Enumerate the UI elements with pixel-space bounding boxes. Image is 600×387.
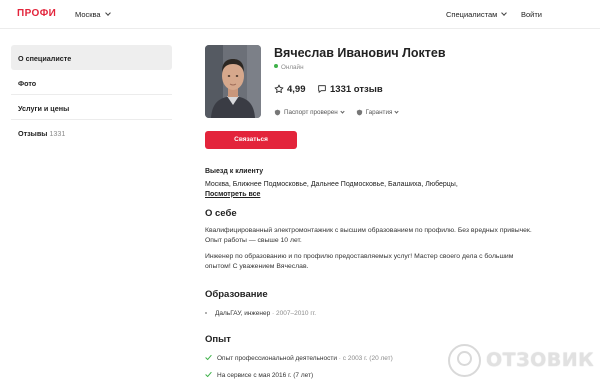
education-years: 2007–2010 гг. [276,310,317,317]
rating: 4,99 [274,84,306,95]
guarantee-icon [356,109,362,116]
guarantee-badge-label: Гарантия [365,109,393,116]
visit-areas-list: Москва, Ближнее Подмосковье, Дальнее Под… [205,181,458,188]
sidebar-item-label: Услуги и цены [18,104,70,113]
sidebar-item-label: О специалисте [18,54,72,63]
passport-badge-label: Паспорт проверен [284,109,338,116]
guarantee-badge[interactable]: Гарантия [356,109,399,116]
see-all-link[interactable]: Посмотреть все [205,191,260,198]
education-section-title: Образование [205,289,268,300]
passport-badge[interactable]: Паспорт проверен [274,109,345,116]
experience-since: с 2003 г. (20 лет) [342,355,393,362]
rating-value: 4,99 [287,84,306,95]
otzovik-watermark: ОТЗОВИК [448,344,596,378]
comment-icon [318,85,326,93]
online-status: Онлайн [274,64,304,71]
contact-button[interactable]: Связаться [205,131,297,149]
sidebar-item-label: Отзывы [18,129,48,138]
about-paragraph-1: Квалифицированный электромонтажник с выс… [205,227,532,244]
star-icon [274,84,284,93]
online-status-label: Онлайн [281,64,304,71]
profi-logo[interactable]: ПРОФИ [17,8,56,19]
specialists-menu-label: Специалистам [446,10,498,19]
about-paragraph-2: Инженер по образованию и по профилю пред… [205,253,514,270]
experience-label: Опыт профессиональной деятельности [217,355,337,362]
experience-label: На сервисе с мая 2016 г. (7 лет) [217,372,314,379]
specialists-menu[interactable]: Специалистам [446,10,508,19]
education-item: ДальГАУ, инженер · 2007–2010 гг. [205,310,316,317]
reviews-count-label: 1331 отзыв [330,84,383,95]
experience-item: Опыт профессиональной деятельности · с 2… [205,354,393,362]
check-icon [205,354,212,361]
experience-item: На сервисе с мая 2016 г. (7 лет) [205,371,313,379]
reviews-count: 1331 [49,129,66,138]
sidebar-item-about[interactable]: О специалисте [11,45,172,70]
watermark-text: ОТЗОВИК [486,349,595,371]
login-link[interactable]: Войти [521,10,542,19]
visit-section-title: Выезд к клиенту [205,168,264,175]
shield-icon [274,109,281,116]
chevron-down-icon [501,10,508,16]
top-navigation-bar: ПРОФИ Москва Специалистам Войти [0,0,600,29]
about-section-title: О себе [205,208,237,219]
watermark-inner-circle-icon [457,351,472,366]
sidebar-item-label: Фото [18,79,37,88]
online-dot-icon [274,64,278,68]
check-icon [205,371,212,378]
experience-section-title: Опыт [205,334,231,345]
chevron-down-icon [104,10,111,16]
visit-areas: Москва, Ближнее Подмосковье, Дальнее Под… [205,180,505,199]
profile-sidebar: О специалисте Фото Услуги и цены Отзывы 1… [11,45,172,145]
chevron-down-icon [340,109,345,114]
education-name: ДальГАУ, инженер [215,310,271,317]
sidebar-item-reviews[interactable]: Отзывы 1331 [11,120,172,145]
city-selector[interactable]: Москва [75,10,111,19]
reviews-link[interactable]: 1331 отзыв [317,84,383,95]
sidebar-item-photo[interactable]: Фото [11,70,172,95]
city-label: Москва [75,10,101,19]
avatar [205,45,261,118]
bullet-icon [205,312,207,314]
specialist-name: Вячеслав Иванович Локтев [274,46,446,60]
verification-badges: Паспорт проверен Гарантия [274,109,408,116]
sidebar-item-services[interactable]: Услуги и цены [11,95,172,120]
chevron-down-icon [394,109,399,114]
